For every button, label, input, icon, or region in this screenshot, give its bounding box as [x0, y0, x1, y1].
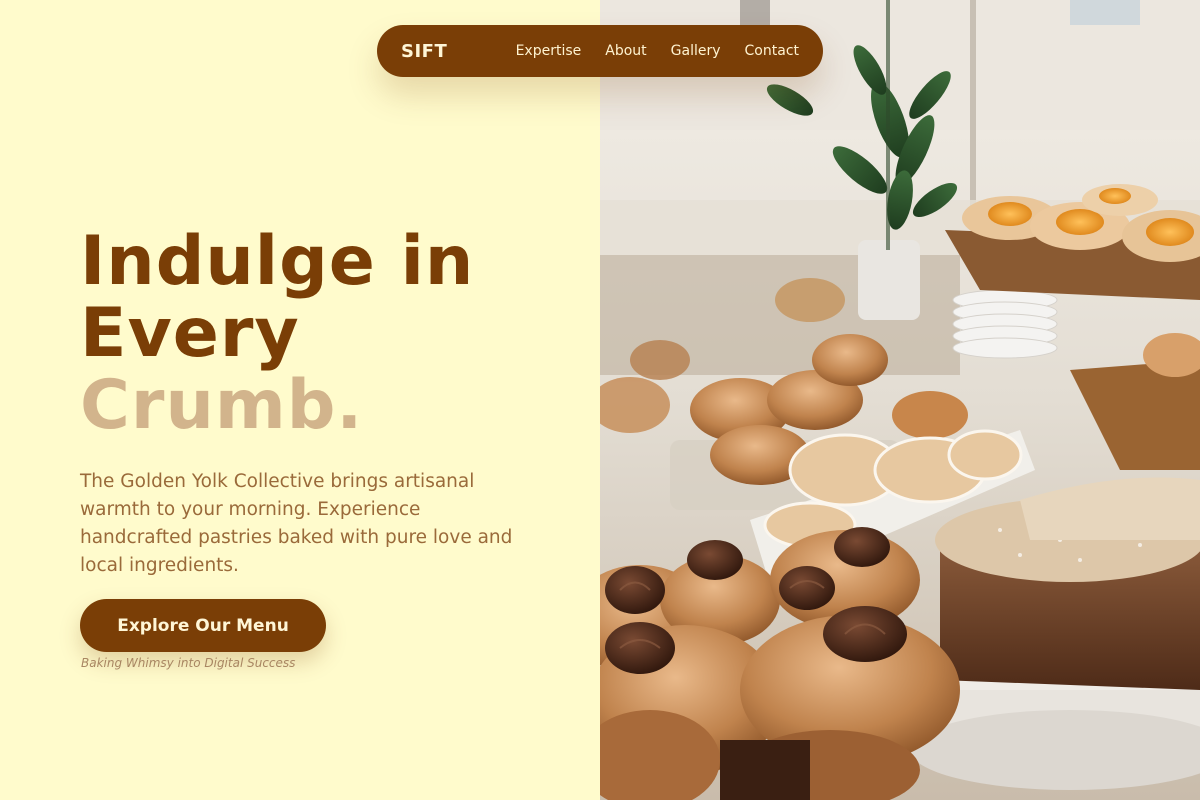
nav-link-gallery[interactable]: Gallery: [671, 43, 721, 59]
hero-title-line-1: Indulge in: [80, 222, 475, 301]
hero-title-line-2: Every: [80, 294, 300, 373]
hero-tagline: Baking Whimsy into Digital Success: [81, 656, 296, 670]
nav-link-expertise[interactable]: Expertise: [516, 43, 582, 59]
nav-links: Expertise About Gallery Contact: [516, 43, 799, 59]
hero-title: Indulge in Every Crumb.: [80, 226, 474, 442]
navbar: SIFT Expertise About Gallery Contact: [377, 25, 823, 77]
hero-title-accent: Crumb.: [80, 366, 364, 445]
nav-link-contact[interactable]: Contact: [745, 43, 799, 59]
hero-description: The Golden Yolk Collective brings artisa…: [80, 471, 513, 576]
explore-menu-button[interactable]: Explore Our Menu: [80, 599, 326, 652]
nav-link-about[interactable]: About: [605, 43, 646, 59]
brand-logo[interactable]: SIFT: [401, 41, 447, 62]
hero-photo: [600, 0, 1200, 800]
pastry-display-image: [600, 0, 1200, 800]
